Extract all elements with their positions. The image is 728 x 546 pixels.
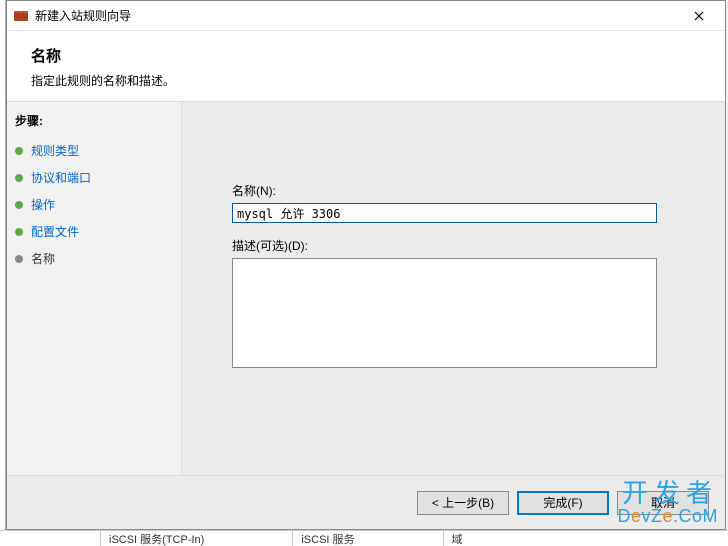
steps-sidebar: 步骤: 规则类型 协议和端口 操作 配置文件 名称 [7, 102, 182, 475]
description-textarea[interactable] [232, 258, 657, 368]
finish-button[interactable]: 完成(F) [517, 491, 609, 515]
steps-heading: 步骤: [13, 112, 175, 129]
step-rule-type[interactable]: 规则类型 [13, 137, 175, 164]
step-label: 规则类型 [31, 142, 79, 159]
window-title: 新建入站规则向导 [35, 7, 677, 24]
firewall-icon [13, 8, 29, 24]
bullet-icon [15, 255, 23, 263]
description-label: 描述(可选)(D): [232, 237, 697, 254]
step-label: 操作 [31, 196, 55, 213]
background-table-row: iSCSI 服务(TCP-In) iSCSI 服务 域 [0, 530, 728, 546]
step-action[interactable]: 操作 [13, 191, 175, 218]
table-cell: 域 [443, 531, 471, 546]
wizard-dialog: 新建入站规则向导 名称 指定此规则的名称和描述。 步骤: 规则类型 协议和端口 … [6, 0, 726, 530]
cancel-button[interactable]: 取消 [617, 491, 709, 515]
wizard-header: 名称 指定此规则的名称和描述。 [7, 31, 725, 101]
step-protocol-port[interactable]: 协议和端口 [13, 164, 175, 191]
bullet-icon [15, 228, 23, 236]
bullet-icon [15, 174, 23, 182]
wizard-footer: < 上一步(B) 完成(F) 取消 [7, 475, 725, 529]
name-input[interactable] [232, 203, 657, 223]
page-description: 指定此规则的名称和描述。 [31, 72, 701, 89]
table-cell: iSCSI 服务 [292, 531, 362, 546]
description-field-group: 描述(可选)(D): [232, 237, 697, 371]
step-label: 协议和端口 [31, 169, 91, 186]
step-label: 配置文件 [31, 223, 79, 240]
name-label: 名称(N): [232, 182, 697, 199]
page-title: 名称 [31, 45, 701, 66]
table-cell: iSCSI 服务(TCP-In) [100, 531, 212, 546]
step-profile[interactable]: 配置文件 [13, 218, 175, 245]
content-panel: 名称(N): 描述(可选)(D): [182, 102, 725, 475]
step-label: 名称 [31, 250, 55, 267]
name-field-group: 名称(N): [232, 182, 697, 223]
bullet-icon [15, 201, 23, 209]
close-button[interactable] [677, 2, 721, 30]
wizard-body: 步骤: 规则类型 协议和端口 操作 配置文件 名称 [7, 101, 725, 475]
step-name[interactable]: 名称 [13, 245, 175, 272]
back-button[interactable]: < 上一步(B) [417, 491, 509, 515]
titlebar: 新建入站规则向导 [7, 1, 725, 31]
bullet-icon [15, 147, 23, 155]
